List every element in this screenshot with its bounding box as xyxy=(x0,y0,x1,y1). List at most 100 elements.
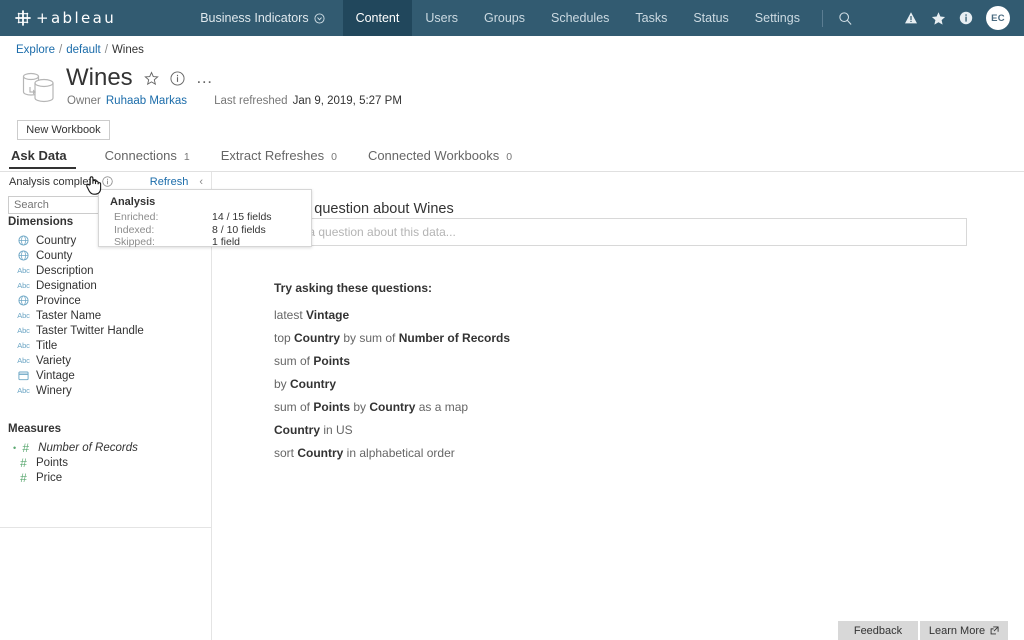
suggestion-item[interactable]: Country in US xyxy=(274,419,510,442)
site-selector[interactable]: Business Indicators xyxy=(200,11,325,25)
tooltip-row-indexed: Indexed: 8 / 10 fields xyxy=(110,224,311,237)
nav-item-users[interactable]: Users xyxy=(412,0,471,36)
nav-item-tasks[interactable]: Tasks xyxy=(622,0,680,36)
breadcrumb-separator: / xyxy=(59,44,63,56)
chevron-down-circle-icon xyxy=(314,12,325,24)
globe-icon xyxy=(17,250,30,261)
feedback-button[interactable]: Feedback xyxy=(838,621,918,640)
tooltip-key: Skipped: xyxy=(114,236,155,248)
learn-more-button[interactable]: Learn More xyxy=(920,621,1008,640)
field-list: Dimensions Country County Abc Descriptio… xyxy=(0,216,212,528)
nav-item-groups[interactable]: Groups xyxy=(471,0,538,36)
tab-connections[interactable]: Connections 1 xyxy=(105,148,190,169)
suggestion-item[interactable]: sum of Points by Country as a map xyxy=(274,396,510,419)
tab-connected-workbooks[interactable]: Connected Workbooks 0 xyxy=(368,148,512,169)
calendar-icon xyxy=(17,370,30,381)
ask-data-pane: Ask a question about Wines Try asking th… xyxy=(212,172,1024,640)
info-circle-icon[interactable] xyxy=(170,70,185,86)
calculated-field-dot-icon: • xyxy=(13,442,17,453)
field-vintage[interactable]: Vintage xyxy=(0,368,212,383)
nav-label: Content xyxy=(355,11,400,25)
tab-ask-data[interactable]: Ask Data xyxy=(9,148,76,169)
collapse-panel-chevron-icon[interactable]: ‹ xyxy=(199,176,203,188)
field-variety[interactable]: Abc Variety xyxy=(0,353,212,368)
tooltip-value: 8 / 10 fields xyxy=(212,223,266,236)
datasource-title-row: Wines … xyxy=(66,66,214,90)
alerts-icon[interactable] xyxy=(904,11,918,25)
refresh-link[interactable]: Refresh xyxy=(150,176,189,188)
top-navigation-bar: +ableau Business Indicators Content User… xyxy=(0,0,1024,36)
nav-label: Users xyxy=(425,11,459,25)
field-name: Taster Name xyxy=(36,309,102,322)
page-title: Wines xyxy=(66,64,133,91)
ask-question-input[interactable] xyxy=(274,218,967,246)
help-info-icon[interactable] xyxy=(959,11,973,25)
tab-extract-refreshes[interactable]: Extract Refreshes 0 xyxy=(221,148,337,169)
field-price[interactable]: # Price xyxy=(0,470,212,485)
tab-count: 1 xyxy=(183,151,190,163)
more-ellipsis-icon[interactable]: … xyxy=(196,69,214,86)
field-name: Country xyxy=(36,234,77,247)
nav-item-content[interactable]: Content xyxy=(342,0,413,36)
field-designation[interactable]: Abc Designation xyxy=(0,278,212,293)
field-name: Taster Twitter Handle xyxy=(36,324,144,337)
number-icon: # xyxy=(20,470,27,485)
field-taster-name[interactable]: Abc Taster Name xyxy=(0,308,212,323)
field-description[interactable]: Abc Description xyxy=(0,263,212,278)
abc-icon: Abc xyxy=(17,341,30,350)
info-circle-icon[interactable] xyxy=(101,176,113,187)
suggestion-item[interactable]: sum of Points xyxy=(274,350,510,373)
tooltip-value: 14 / 15 fields xyxy=(212,211,272,223)
nav-item-status[interactable]: Status xyxy=(680,0,741,36)
tableau-logo[interactable]: +ableau xyxy=(14,9,116,27)
tooltip-key: Indexed: xyxy=(114,223,155,236)
star-outline-icon[interactable] xyxy=(143,70,159,86)
external-link-icon xyxy=(990,626,999,635)
owner-name[interactable]: Ruhaab Markas xyxy=(106,95,187,107)
tab-label: Ask Data xyxy=(11,148,67,163)
field-title[interactable]: Abc Title xyxy=(0,338,212,353)
suggestion-item[interactable]: sort Country in alphabetical order xyxy=(274,442,510,465)
field-winery[interactable]: Abc Winery xyxy=(0,383,212,398)
breadcrumb-default[interactable]: default xyxy=(66,44,101,56)
breadcrumb-explore[interactable]: Explore xyxy=(16,44,55,56)
abc-icon: Abc xyxy=(17,281,30,290)
suggestion-item[interactable]: top Country by sum of Number of Records xyxy=(274,327,510,350)
nav-label: Tasks xyxy=(635,11,668,25)
abc-icon: Abc xyxy=(17,266,30,275)
field-name: Title xyxy=(36,339,58,352)
datasource-meta: Owner Ruhaab Markas Last refreshed Jan 9… xyxy=(67,95,402,107)
suggestion-item[interactable]: latest Vintage xyxy=(274,304,510,327)
nav-item-settings[interactable]: Settings xyxy=(742,0,813,36)
nav-item-schedules[interactable]: Schedules xyxy=(538,0,622,36)
tab-label: Connections xyxy=(104,148,177,163)
site-name: Business Indicators xyxy=(200,11,309,25)
tab-label: Extract Refreshes xyxy=(220,148,325,163)
nav-label: Settings xyxy=(754,11,800,25)
new-workbook-button[interactable]: New Workbook xyxy=(17,120,110,140)
suggestion-item[interactable]: by Country xyxy=(274,373,510,396)
section-divider xyxy=(0,527,212,528)
nav-label: Status xyxy=(693,11,729,25)
search-icon[interactable] xyxy=(832,11,859,26)
field-name: Variety xyxy=(36,354,71,367)
tooltip-row-skipped: Skipped: 1 field xyxy=(110,236,311,249)
favorites-star-icon[interactable] xyxy=(931,11,946,26)
user-avatar[interactable]: EC xyxy=(986,6,1010,30)
field-province[interactable]: Province xyxy=(0,293,212,308)
field-name: Description xyxy=(36,264,94,277)
field-county[interactable]: County xyxy=(0,248,212,263)
field-points[interactable]: # Points xyxy=(0,455,212,470)
tooltip-title: Analysis xyxy=(110,196,156,208)
nav-items: Content Users Groups Schedules Tasks Sta… xyxy=(342,0,859,36)
field-name: Province xyxy=(36,294,81,307)
field-taster-twitter-handle[interactable]: Abc Taster Twitter Handle xyxy=(0,323,212,338)
measures-header: Measures xyxy=(8,423,62,435)
breadcrumb-separator: / xyxy=(104,44,108,56)
nav-divider xyxy=(821,9,823,27)
suggestion-list: latest Vintage top Country by sum of Num… xyxy=(274,304,510,465)
pointer-hand-cursor-icon xyxy=(86,176,102,195)
field-number-of-records[interactable]: • # Number of Records xyxy=(0,440,212,455)
number-icon: # xyxy=(22,440,29,455)
tooltip-value: 1 field xyxy=(212,236,241,248)
